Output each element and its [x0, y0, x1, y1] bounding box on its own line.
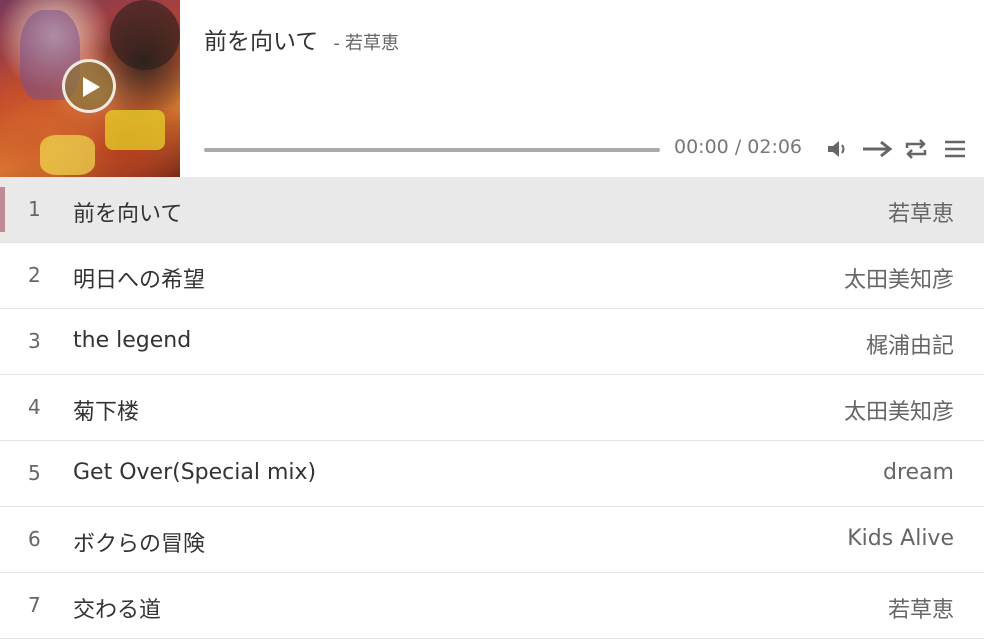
playlist-item[interactable]: 4 菊下楼 太田美知彦 [0, 375, 984, 441]
track-artist: 若草恵 [887, 598, 954, 623]
track-number: 2 [28, 263, 41, 287]
album-cover [0, 0, 180, 177]
play-button[interactable] [62, 59, 116, 113]
order-icon [863, 140, 893, 158]
volume-button[interactable] [826, 137, 852, 161]
current-time: 00:00 [674, 136, 729, 158]
track-artist: Kids Alive [847, 526, 954, 551]
active-indicator [0, 187, 5, 232]
cover-art-figure [110, 0, 180, 70]
playlist-item[interactable]: 5 Get Over(Special mix) dream [0, 441, 984, 507]
track-title: 交わる道 [73, 598, 162, 623]
track-title: ボクらの冒険 [73, 532, 206, 557]
loop-button[interactable] [903, 137, 929, 161]
playlist-item[interactable]: 1 前を向いて 若草恵 [0, 177, 984, 243]
track-number: 7 [28, 593, 41, 617]
progress-bar[interactable] [204, 148, 660, 152]
track-number: 1 [28, 197, 41, 221]
playlist-item[interactable]: 2 明日への希望 太田美知彦 [0, 243, 984, 309]
track-title: Get Over(Special mix) [73, 460, 317, 485]
track-number: 4 [28, 395, 41, 419]
cover-art-figure [40, 135, 95, 175]
track-number: 5 [28, 461, 41, 485]
track-artist: 若草恵 [887, 202, 954, 227]
track-number: 6 [28, 527, 41, 551]
time-separator: / [734, 136, 742, 158]
playlist-menu-button[interactable] [943, 137, 969, 161]
track-title: 菊下楼 [73, 400, 140, 425]
song-artist: 若草恵 [345, 33, 399, 54]
song-title: 前を向いて [204, 29, 319, 55]
music-player: 前を向いて - 若草恵 00:00 / 02:06 [0, 0, 984, 177]
time-display: 00:00 / 02:06 [674, 136, 802, 158]
track-title: 前を向いて [73, 202, 183, 227]
playlist-item[interactable]: 3 the legend 梶浦由記 [0, 309, 984, 375]
track-artist: dream [883, 460, 954, 485]
cover-art-logo [105, 110, 165, 150]
track-artist: 梶浦由記 [865, 334, 954, 359]
playlist-item[interactable]: 7 交わる道 若草恵 [0, 573, 984, 639]
play-icon [83, 77, 100, 97]
menu-icon [945, 140, 965, 158]
playlist: 1 前を向いて 若草恵 2 明日への希望 太田美知彦 3 the legend … [0, 177, 984, 639]
loop-icon [905, 139, 927, 159]
track-artist: 太田美知彦 [843, 400, 954, 425]
now-playing: 前を向いて - 若草恵 [204, 22, 399, 56]
track-artist: 太田美知彦 [843, 268, 954, 293]
playlist-item[interactable]: 6 ボクらの冒険 Kids Alive [0, 507, 984, 573]
track-title: the legend [73, 328, 192, 353]
volume-icon [828, 141, 845, 157]
track-title: 明日への希望 [73, 268, 206, 293]
total-time: 02:06 [747, 136, 803, 158]
title-separator: - [333, 33, 340, 54]
order-button[interactable] [862, 137, 893, 161]
track-number: 3 [28, 329, 41, 353]
